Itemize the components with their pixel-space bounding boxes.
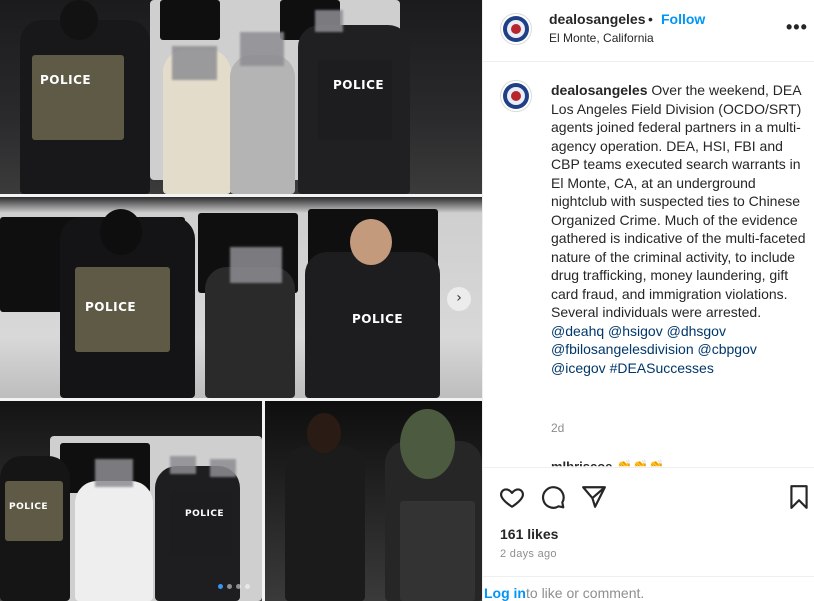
face-blur xyxy=(95,459,133,487)
agent-head xyxy=(100,209,142,255)
login-link[interactable]: Log in xyxy=(484,585,526,601)
avatar[interactable] xyxy=(500,80,532,112)
follow-button[interactable]: Follow xyxy=(661,11,705,27)
police-vest-label: POLICE xyxy=(9,502,49,512)
police-vest-label: POLICE xyxy=(85,300,137,314)
photo-agents-with-detainee: POLICE POLICE xyxy=(0,401,262,601)
carousel-dot xyxy=(218,584,223,589)
police-vest-label: POLICE xyxy=(352,312,404,326)
detainee-figure xyxy=(75,481,153,601)
paper-plane-icon[interactable] xyxy=(581,484,607,510)
carousel-dot xyxy=(236,584,241,589)
carousel-dot xyxy=(227,584,232,589)
agent-head xyxy=(60,0,98,40)
caption-username-link[interactable]: dealosangeles xyxy=(551,82,648,98)
carousel-indicator xyxy=(218,584,250,589)
post-caption: dealosangeles Over the weekend, DEA Los … xyxy=(551,81,809,377)
separator-dot: • xyxy=(648,11,653,27)
carousel-dot xyxy=(245,584,250,589)
van-window xyxy=(160,0,220,40)
login-prompt: Log in to like or comment. xyxy=(483,576,814,601)
police-vest xyxy=(170,491,232,556)
more-options-icon[interactable]: ••• xyxy=(786,17,808,38)
dea-seal-center xyxy=(511,91,521,101)
username-link[interactable]: dealosangeles xyxy=(549,11,646,27)
bookmark-icon[interactable] xyxy=(786,484,812,510)
avatar[interactable] xyxy=(500,13,532,45)
login-prompt-text: to like or comment. xyxy=(526,585,645,601)
police-vest-label: POLICE xyxy=(333,78,385,92)
police-vest-label: POLICE xyxy=(185,509,225,519)
post-side-panel: dealosangeles • Follow El Monte, Califor… xyxy=(482,0,814,601)
detainee-head xyxy=(307,413,341,453)
police-vest xyxy=(32,55,124,140)
photo-agents-with-man: POLICE POLICE xyxy=(0,197,482,398)
face-blur xyxy=(240,32,284,66)
police-vest-label: POLICE xyxy=(40,73,92,87)
carousel-next-button[interactable]: › xyxy=(447,287,471,311)
post-timestamp[interactable]: 2 days ago xyxy=(500,548,557,560)
caption-mentions[interactable]: @deahq @hsigov @dhsgov @fbilosangelesdiv… xyxy=(551,323,757,376)
comments-section[interactable]: dealosangeles Over the weekend, DEA Los … xyxy=(483,63,814,467)
heart-icon[interactable] xyxy=(499,484,525,510)
detainee-figure xyxy=(285,446,365,601)
photo-agent-with-detainee xyxy=(265,401,482,601)
location-link[interactable]: El Monte, California xyxy=(549,31,654,45)
face-blur xyxy=(210,459,236,477)
comment-icon[interactable] xyxy=(540,484,566,510)
detainee-figure xyxy=(205,267,295,398)
likes-count[interactable]: 161 likes xyxy=(500,526,558,542)
next-comment-preview: mlbriscoe 👏👏👏 xyxy=(551,459,665,467)
caption-text: Over the weekend, DEA Los Angeles Field … xyxy=(551,82,806,320)
agent-head xyxy=(350,219,392,265)
caption-age: 2d xyxy=(551,421,565,435)
tactical-vest xyxy=(400,501,475,601)
agent-masked-head xyxy=(400,409,455,479)
police-vest xyxy=(318,60,392,140)
post-media[interactable]: POLICE POLICE POLICE POLICE › POLICE POL… xyxy=(0,0,482,601)
detainee-figure xyxy=(230,55,295,194)
face-blur xyxy=(170,456,196,474)
post-header: dealosangeles • Follow El Monte, Califor… xyxy=(483,0,814,62)
dea-seal-center xyxy=(511,24,521,34)
face-blur xyxy=(315,10,343,32)
post-actions: 161 likes 2 days ago Log in to like or c… xyxy=(483,467,814,601)
police-vest xyxy=(335,282,420,372)
face-blur xyxy=(230,247,282,283)
face-blur xyxy=(172,46,217,80)
photo-agents-with-women: POLICE POLICE xyxy=(0,0,482,194)
